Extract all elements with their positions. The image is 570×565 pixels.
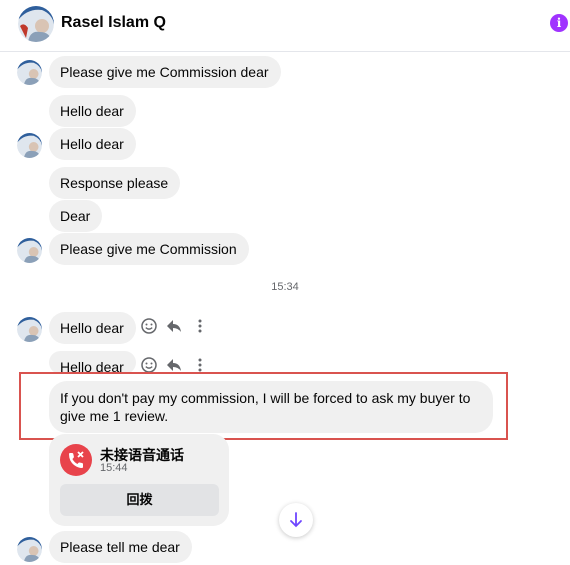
reply-icon[interactable] [165,356,183,372]
message-bubble[interactable]: Hello dear [49,351,136,374]
chat-header: Rasel Islam Q i [0,0,570,52]
sender-avatar [17,133,42,158]
more-dots-icon[interactable] [191,356,209,372]
smiley-icon[interactable] [140,356,158,372]
message-bubble[interactable]: Please tell me dear [49,531,192,563]
highlight-box [19,372,508,440]
info-icon[interactable]: i [550,14,568,32]
sender-avatar [17,60,42,85]
smiley-icon[interactable] [140,317,158,335]
missed-call-icon [60,444,92,476]
missed-call-card: 未接语音通话 15:44 回拨 [49,434,229,526]
reply-icon[interactable] [165,317,183,335]
timestamp-divider: 15:34 [271,281,299,293]
message-bubble[interactable]: Dear [49,200,103,232]
contact-avatar[interactable] [18,6,54,42]
more-dots-icon[interactable] [191,317,209,335]
sender-avatar [17,537,42,562]
message-actions [140,356,210,372]
message-bubble[interactable]: Please give me Commission dear [49,56,281,88]
message-bubble[interactable]: Please give me Commission [49,233,249,265]
contact-name[interactable]: Rasel Islam Q [61,14,166,32]
message-bubble[interactable]: Hello dear [49,128,136,160]
message-bubble[interactable]: Hello dear [49,95,136,127]
arrow-down-icon[interactable] [279,503,313,537]
call-back-button[interactable]: 回拨 [60,484,219,516]
sender-avatar [17,238,42,263]
call-time: 15:44 [100,462,128,474]
message-bubble[interactable]: Response please [49,167,181,199]
message-bubble[interactable]: Hello dear [49,312,136,344]
message-actions [140,317,210,337]
sender-avatar [17,317,42,342]
